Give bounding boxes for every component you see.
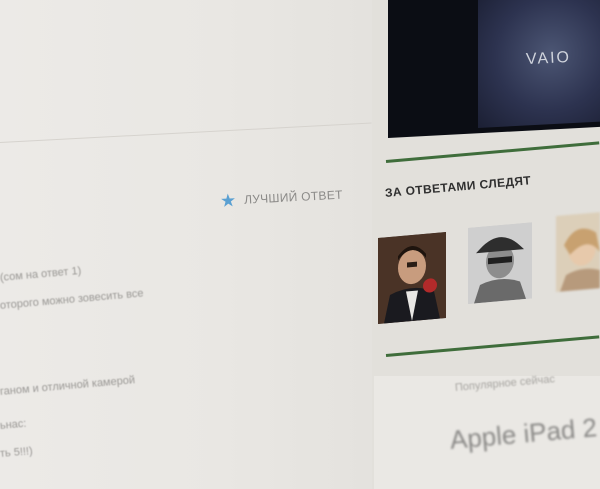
- star-icon: ★: [219, 190, 237, 211]
- follower-avatar[interactable]: [556, 212, 600, 292]
- answer-column: [0, 0, 372, 489]
- person-avatar-icon: [468, 222, 532, 304]
- person-avatar-icon: [378, 232, 446, 324]
- person-avatar-icon: [556, 212, 600, 292]
- best-answer-label: ЛУЧШИЙ ОТВЕТ: [243, 187, 344, 207]
- follower-avatar[interactable]: [468, 222, 532, 304]
- follower-avatar[interactable]: [378, 232, 446, 324]
- answer-text-line: ьнас:: [0, 417, 27, 432]
- vaio-logo: VAIO: [525, 48, 572, 69]
